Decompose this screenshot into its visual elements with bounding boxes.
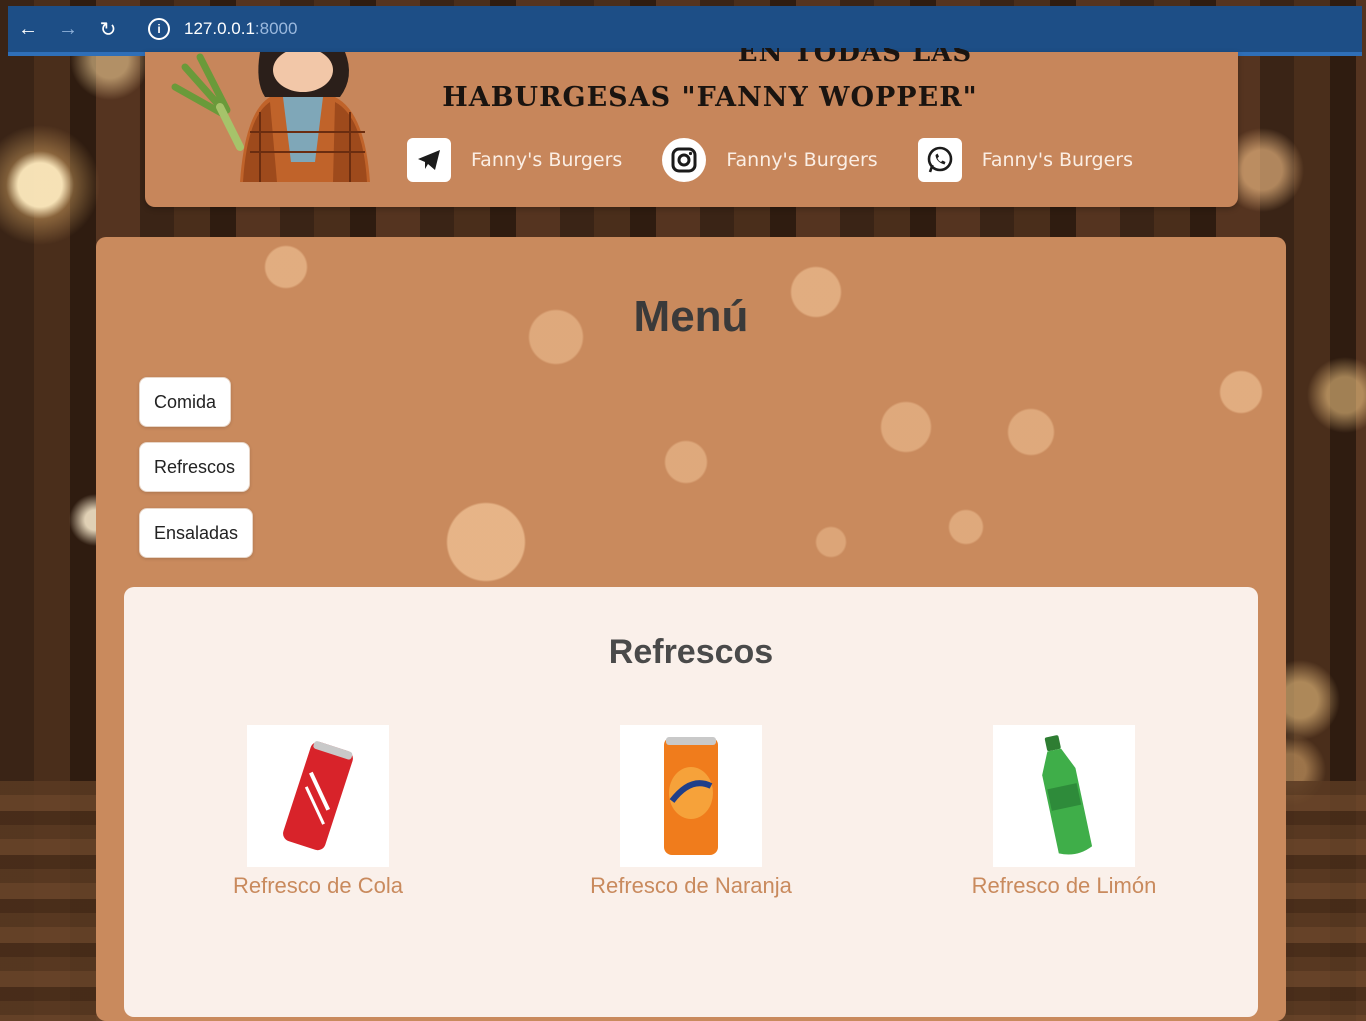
cola-can-image[interactable]	[247, 725, 389, 867]
url-host: 127.0.0.1	[184, 19, 255, 38]
product-name[interactable]: Refresco de Cola	[188, 873, 448, 899]
lime-soda-bottle-image[interactable]	[993, 725, 1135, 867]
banner-title-top: EN TODAS LAS	[737, 48, 973, 68]
mascot-illustration	[171, 52, 370, 182]
address-bar[interactable]: i 127.0.0.1:8000	[136, 12, 309, 46]
url-port: :8000	[254, 19, 298, 38]
product-name[interactable]: Refresco de Limón	[934, 873, 1194, 899]
info-icon[interactable]: i	[148, 18, 170, 40]
menu-card: Menú Comida Refrescos Ensaladas Refresco…	[96, 237, 1286, 1021]
menu-title: Menú	[633, 292, 749, 341]
category-button-ensaladas[interactable]: Ensaladas	[139, 508, 254, 558]
product-card[interactable]: Refresco de Naranja	[561, 725, 821, 899]
social-label[interactable]: Fanny's Burgers	[726, 149, 877, 171]
reload-icon[interactable]: ↻	[88, 9, 128, 49]
products-panel: Refrescos Refresco de Cola Refresco de N…	[124, 587, 1258, 1017]
section-title: Refrescos	[608, 633, 774, 671]
orange-soda-can-image[interactable]	[620, 725, 762, 867]
forward-icon[interactable]: →	[48, 9, 88, 49]
category-button-refrescos[interactable]: Refrescos	[139, 442, 251, 492]
back-icon[interactable]: ←	[8, 9, 48, 49]
whatsapp-icon[interactable]	[917, 138, 962, 182]
category-button-comida[interactable]: Comida	[139, 377, 232, 427]
social-links: Fanny's Burgers Fanny's Burgers Fanny's …	[407, 138, 1173, 182]
social-label[interactable]: Fanny's Burgers	[471, 149, 622, 171]
social-label[interactable]: Fanny's Burgers	[982, 149, 1133, 171]
banner-title: HABURGESAS "FANNY WOPPER"	[442, 82, 978, 113]
product-card[interactable]: Refresco de Limón	[934, 725, 1194, 899]
social-link-telegram[interactable]: Fanny's Burgers	[407, 138, 622, 182]
instagram-icon[interactable]	[662, 138, 707, 182]
telegram-icon[interactable]	[407, 138, 451, 182]
product-card[interactable]: Refresco de Cola	[188, 725, 448, 899]
social-link-whatsapp[interactable]: Fanny's Burgers	[917, 138, 1133, 182]
header-banner: EN TODAS LAS HABURGESAS "FANNY WOPPER" F…	[145, 48, 1238, 207]
product-name[interactable]: Refresco de Naranja	[561, 873, 821, 899]
social-link-instagram[interactable]: Fanny's Burgers	[662, 138, 878, 182]
